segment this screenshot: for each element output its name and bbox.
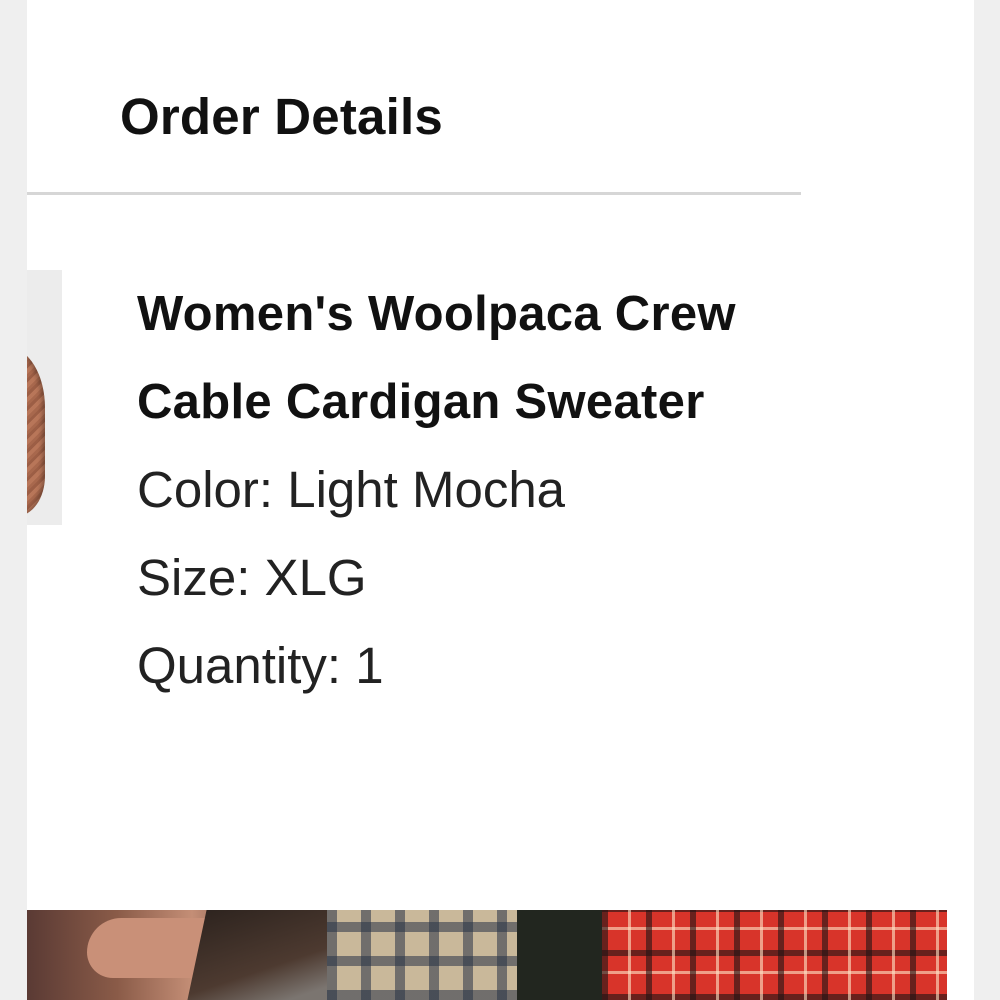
product-thumbnail[interactable]	[27, 270, 62, 525]
order-item-details: Women's Woolpaca Crew Cable Cardigan Swe…	[137, 270, 757, 710]
section-divider	[27, 192, 801, 195]
order-details-card: Order Details Women's Woolpaca Crew Cabl…	[27, 0, 974, 1000]
promo-image-plaid-shirt	[327, 910, 547, 1000]
product-quantity: Quantity: 1	[137, 637, 384, 694]
product-color: Color: Light Mocha	[137, 461, 566, 518]
order-details-title: Order Details	[120, 88, 443, 145]
promo-image-dark-panel	[517, 910, 607, 1000]
page: Order Details Women's Woolpaca Crew Cabl…	[0, 0, 1000, 1000]
product-size: Size: XLG	[137, 549, 367, 606]
promo-image-bag	[187, 910, 347, 1000]
promo-banner-image[interactable]	[27, 910, 947, 1000]
sweater-image	[27, 348, 45, 516]
promo-image-red-plaid-shirt	[602, 910, 947, 1000]
product-name[interactable]: Women's Woolpaca Crew Cable Cardigan Swe…	[137, 270, 757, 446]
